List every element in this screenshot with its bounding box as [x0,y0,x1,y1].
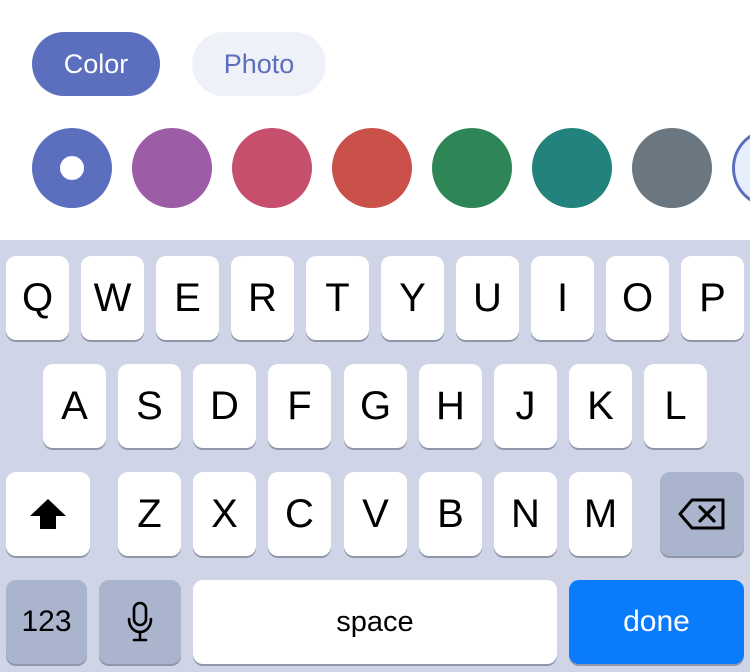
key-e[interactable]: E [156,256,219,340]
selected-indicator [60,156,84,180]
key-h[interactable]: H [419,364,482,448]
key-k[interactable]: K [569,364,632,448]
numbers-key[interactable]: 123 [6,580,87,664]
color-swatch-red[interactable] [332,128,412,208]
key-n[interactable]: N [494,472,557,556]
microphone-icon [127,601,153,642]
color-swatch-gray[interactable] [632,128,712,208]
key-j[interactable]: J [494,364,557,448]
key-y[interactable]: Y [381,256,444,340]
key-q[interactable]: Q [6,256,69,340]
key-r[interactable]: R [231,256,294,340]
color-swatch-green[interactable] [432,128,512,208]
shift-key[interactable] [6,472,90,556]
key-w[interactable]: W [81,256,144,340]
done-key[interactable]: done [569,580,744,664]
space-key[interactable]: space [193,580,557,664]
color-swatch-teal[interactable] [532,128,612,208]
backspace-icon [678,498,725,530]
color-swatch-purple[interactable] [132,128,212,208]
color-swatch-pink[interactable] [232,128,312,208]
tab-color[interactable]: Color [32,32,160,96]
background-picker: Color Photo [0,0,750,240]
key-s[interactable]: S [118,364,181,448]
key-p[interactable]: P [681,256,744,340]
key-x[interactable]: X [193,472,256,556]
dictation-key[interactable] [99,580,181,664]
backspace-key[interactable] [660,472,744,556]
tab-photo[interactable]: Photo [192,32,326,96]
key-i[interactable]: I [531,256,594,340]
shift-icon [30,499,66,529]
onscreen-keyboard: Q W E R T Y U I O P A S D F G H J K L Z … [0,240,750,672]
key-a[interactable]: A [43,364,106,448]
key-d[interactable]: D [193,364,256,448]
key-o[interactable]: O [606,256,669,340]
key-f[interactable]: F [268,364,331,448]
key-l[interactable]: L [644,364,707,448]
color-swatch-custom[interactable] [732,128,750,208]
key-m[interactable]: M [569,472,632,556]
key-g[interactable]: G [344,364,407,448]
key-v[interactable]: V [344,472,407,556]
key-z[interactable]: Z [118,472,181,556]
key-u[interactable]: U [456,256,519,340]
key-c[interactable]: C [268,472,331,556]
key-b[interactable]: B [419,472,482,556]
color-swatch-blue[interactable] [32,128,112,208]
key-t[interactable]: T [306,256,369,340]
